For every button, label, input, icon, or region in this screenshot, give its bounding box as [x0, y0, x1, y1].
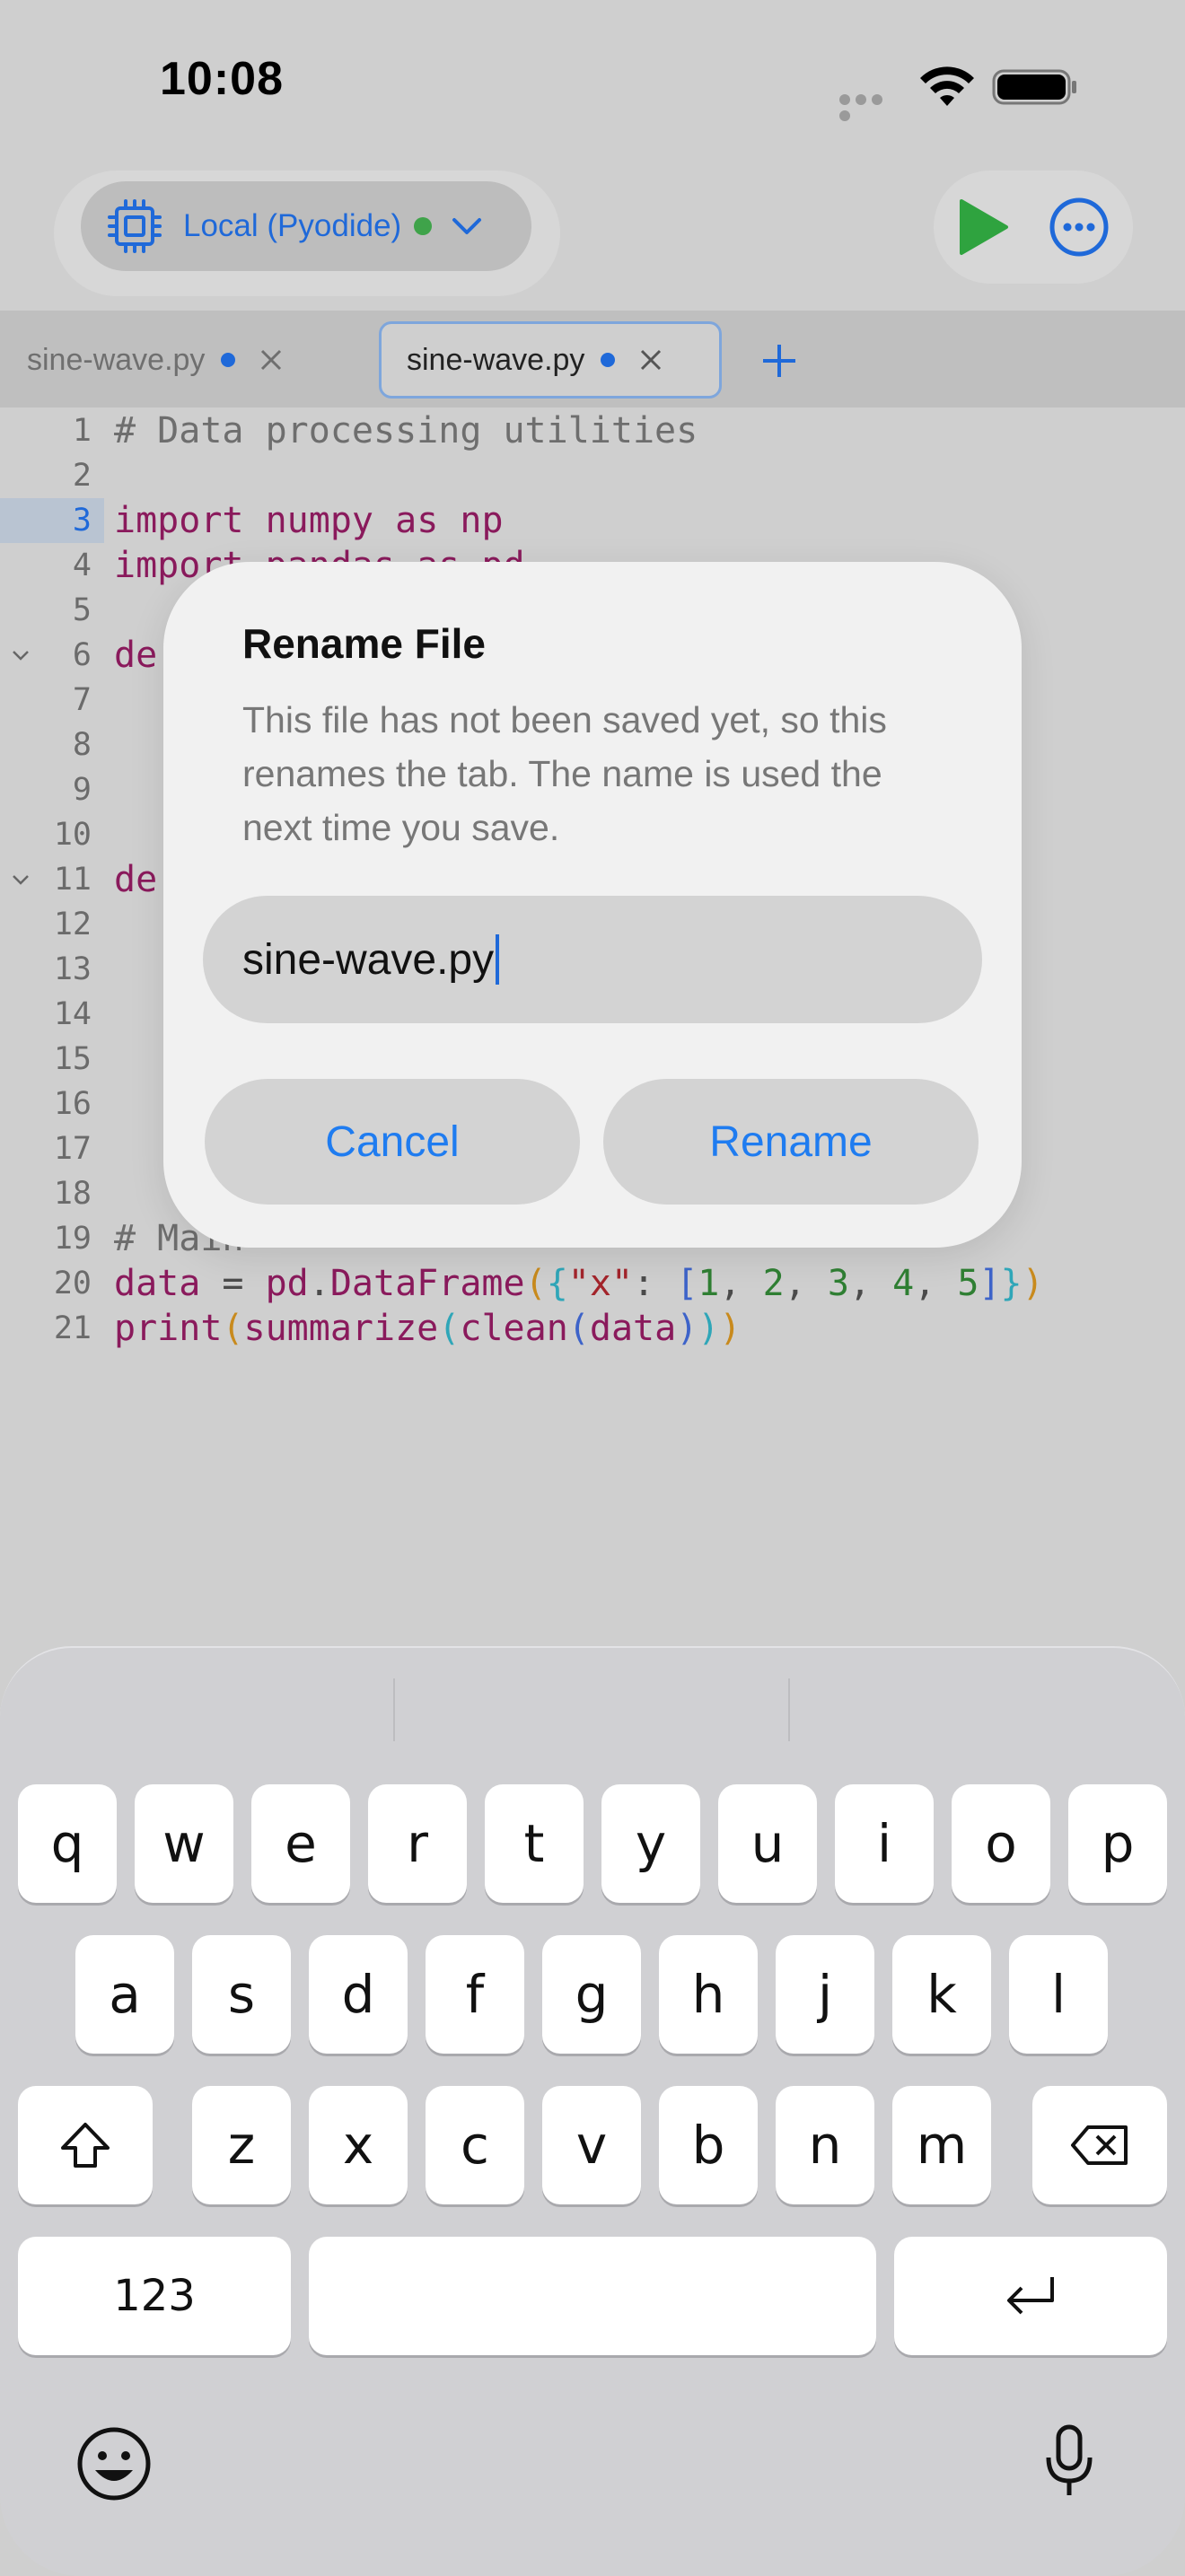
key-n[interactable]: n [776, 2086, 874, 2204]
key-f[interactable]: f [426, 1935, 524, 2054]
key-t[interactable]: t [485, 1784, 584, 1903]
tab-label: sine-wave.py [27, 342, 206, 377]
code-line: 2 [72, 458, 92, 494]
key-c[interactable]: c [426, 2086, 524, 2204]
key-m[interactable]: m [892, 2086, 991, 2204]
cellular-signal-icon [839, 93, 902, 121]
line-20-code: data = pd.DataFrame({"x": [1, 2, 3, 4, 5… [114, 1263, 1044, 1304]
close-icon[interactable] [638, 347, 663, 372]
key-y[interactable]: y [601, 1784, 700, 1903]
key-x[interactable]: x [309, 2086, 408, 2204]
suggestion-divider [788, 1678, 790, 1741]
code-line-current: 3 import numpy as np [0, 498, 1185, 543]
backspace-icon [1071, 2125, 1128, 2165]
code-line: 1 # Data processing utilities [72, 410, 698, 451]
more-options-icon[interactable] [1049, 197, 1110, 258]
rename-button[interactable]: Rename [603, 1079, 979, 1205]
chevron-down-icon [452, 218, 482, 234]
line-3-code: import numpy as np [114, 500, 504, 541]
tab-file-active[interactable]: sine-wave.py [379, 321, 722, 399]
tab-label: sine-wave.py [407, 342, 585, 377]
key-r[interactable]: r [368, 1784, 467, 1903]
tab-file[interactable]: sine-wave.py [27, 321, 284, 399]
file-name-field[interactable]: sine-wave.py [203, 896, 982, 1023]
key-z[interactable]: z [192, 2086, 291, 2204]
line-21-code: print(summarize(clean(data))) [114, 1308, 742, 1349]
key-l[interactable]: l [1009, 1935, 1108, 2054]
runtime-label: Local (Pyodide) [183, 208, 402, 243]
dialog-message: This file has not been saved yet, so thi… [242, 699, 887, 848]
wifi-icon [920, 66, 974, 106]
dialog-title: Rename File [242, 620, 486, 667]
unsaved-indicator [221, 353, 236, 367]
key-v[interactable]: v [542, 2086, 641, 2204]
return-key[interactable] [894, 2237, 1167, 2355]
key-j[interactable]: j [776, 1935, 874, 2054]
key-d[interactable]: d [309, 1935, 408, 2054]
key-i[interactable]: i [835, 1784, 934, 1903]
key-q[interactable]: q [18, 1784, 117, 1903]
microphone-icon[interactable] [1029, 2420, 1110, 2501]
key-w[interactable]: w [135, 1784, 233, 1903]
shift-key[interactable] [18, 2086, 153, 2204]
code-line: 20 data = pd.DataFrame({"x": [1, 2, 3, 4,… [53, 1263, 1044, 1304]
key-g[interactable]: g [542, 1935, 641, 2054]
key-h[interactable]: h [659, 1935, 758, 2054]
key-b[interactable]: b [659, 2086, 758, 2204]
close-icon[interactable] [259, 347, 284, 372]
text-cursor [496, 934, 500, 985]
key-k[interactable]: k [892, 1935, 991, 2054]
key-p[interactable]: p [1068, 1784, 1167, 1903]
shift-arrow-icon [61, 2123, 110, 2168]
file-name-value: sine-wave.py [242, 935, 495, 984]
cpu-chip-icon [108, 199, 162, 253]
delete-key[interactable] [1032, 2086, 1167, 2204]
key-u[interactable]: u [718, 1784, 817, 1903]
status-time: 10:08 [160, 53, 284, 105]
cancel-button[interactable]: Cancel [205, 1079, 580, 1205]
key-e[interactable]: e [251, 1784, 350, 1903]
space-key[interactable] [309, 2237, 876, 2355]
key-a[interactable]: a [75, 1935, 174, 2054]
code-line: 21 print(summarize(clean(data))) [53, 1308, 742, 1349]
runtime-status-indicator [414, 217, 433, 235]
return-arrow-icon [1007, 2277, 1054, 2315]
emoji-icon[interactable] [74, 2423, 154, 2504]
key-o[interactable]: o [952, 1784, 1050, 1903]
run-play-icon[interactable] [956, 197, 1010, 257]
add-tab-icon[interactable] [758, 339, 801, 382]
unsaved-indicator [601, 353, 616, 367]
runtime-selector[interactable]: Local (Pyodide) [81, 181, 531, 271]
numbers-key[interactable]: 123 [18, 2237, 291, 2355]
key-s[interactable]: s [192, 1935, 291, 2054]
suggestion-divider [393, 1678, 395, 1741]
battery-icon [992, 69, 1076, 105]
